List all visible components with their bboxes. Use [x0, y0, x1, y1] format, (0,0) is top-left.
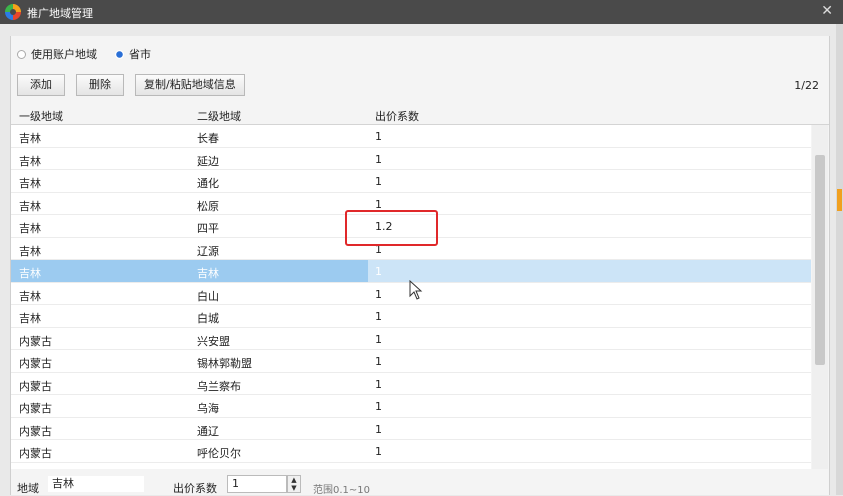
table-row[interactable]: 内蒙古 通辽 1 [11, 418, 811, 440]
cell-level2: 辽源 [197, 244, 219, 258]
cell-level2: 呼伦贝尔 [197, 447, 241, 460]
radio-account-region-label: 使用账户地域 [31, 48, 97, 61]
toolbar: 添加 删除 复制/粘贴地域信息 [17, 74, 245, 96]
selection-highlight [11, 260, 368, 282]
cell-bid-coef: 1 [375, 400, 382, 413]
add-button[interactable]: 添加 [17, 74, 65, 96]
cell-bid-coef: 1 [375, 332, 382, 346]
header-bid-coef[interactable]: 出价系数 [375, 108, 419, 124]
table-header: 一级地域 二级地域 出价系数 [11, 104, 829, 125]
cell-bid-coef: 1 [375, 422, 382, 436]
cell-level1: 内蒙古 [19, 402, 52, 415]
mode-radio-group: 使用账户地域 省市 [17, 46, 151, 62]
window-title: 推广地域管理 [27, 7, 93, 20]
cell-bid-coef: 1 [375, 130, 382, 143]
radio-account-region[interactable]: 使用账户地域 [17, 46, 97, 62]
table-row[interactable]: 吉林 通化 1 [11, 170, 811, 193]
table-row[interactable]: 内蒙古 乌兰察布 1 [11, 373, 811, 395]
cell-level1: 吉林 [19, 132, 41, 145]
cell-level2: 松原 [197, 199, 219, 213]
region-value-field: 吉林 [47, 475, 145, 493]
cell-bid-coef: 1 [375, 287, 382, 301]
delete-button[interactable]: 删除 [76, 74, 124, 96]
cell-bid-coef: 1 [375, 175, 382, 188]
cell-level2: 乌兰察布 [197, 379, 241, 393]
cell-bid-coef: 1 [375, 355, 382, 368]
cell-level2: 四平 [197, 222, 219, 235]
cell-bid-coef: 1 [375, 445, 382, 458]
vertical-scrollbar[interactable] [812, 125, 828, 469]
table-row[interactable]: 内蒙古 呼伦贝尔 1 [11, 440, 811, 463]
cell-level2: 乌海 [197, 402, 219, 415]
bid-coef-input[interactable]: 1 [227, 475, 287, 493]
table-row[interactable]: 内蒙古 锡林郭勒盟 1 [11, 350, 811, 373]
cell-level2: 白城 [197, 312, 219, 325]
annotation-highlight-box [345, 210, 438, 246]
cell-level1: 吉林 [19, 289, 41, 303]
cell-level2: 兴安盟 [197, 334, 230, 348]
cell-level1: 内蒙古 [19, 334, 52, 348]
stepper-up-icon[interactable]: ▲ [288, 476, 300, 484]
cell-level1: 内蒙古 [19, 357, 52, 370]
cell-level1: 内蒙古 [19, 447, 52, 460]
cell-level1: 吉林 [19, 177, 41, 190]
cell-level2: 白山 [197, 289, 219, 303]
cell-level1: 吉林 [19, 267, 41, 280]
radio-province-city[interactable]: 省市 [115, 46, 151, 62]
radio-unchecked-icon [17, 49, 26, 59]
title-bar: 推广地域管理 ✕ [0, 0, 843, 24]
region-label: 地域 [17, 482, 39, 495]
cell-bid-coef: 1 [375, 377, 382, 391]
cell-level1: 内蒙古 [19, 379, 52, 393]
copy-paste-button[interactable]: 复制/粘贴地域信息 [135, 74, 245, 96]
background-marker [837, 189, 842, 211]
cell-level1: 吉林 [19, 199, 41, 213]
table-row[interactable]: 内蒙古 兴安盟 1 [11, 328, 811, 350]
background-window-edge [836, 24, 843, 495]
bid-coef-label: 出价系数 [173, 482, 217, 495]
cell-bid-coef: 1 [375, 310, 382, 323]
close-icon[interactable]: ✕ [821, 3, 833, 19]
radio-province-city-label: 省市 [129, 48, 151, 61]
radio-checked-icon [115, 49, 124, 59]
bid-coef-stepper[interactable]: ▲ ▼ [287, 475, 301, 493]
table-row[interactable]: 吉林 延边 1 [11, 148, 811, 170]
cell-level2: 长春 [197, 132, 219, 145]
mouse-cursor-icon [409, 280, 423, 300]
cell-level1: 吉林 [19, 154, 41, 168]
region-panel: 使用账户地域 省市 添加 删除 复制/粘贴地域信息 1/22 一级地域 二级地域… [10, 36, 830, 496]
cell-level2: 通辽 [197, 424, 219, 438]
cell-bid-coef: 1 [375, 197, 382, 211]
cell-bid-coef: 1 [375, 152, 382, 166]
header-level2[interactable]: 二级地域 [197, 108, 241, 124]
range-hint: 范围0.1~10 [313, 485, 371, 496]
cell-level1: 吉林 [19, 312, 41, 325]
page-indicator: 1/22 [794, 79, 819, 92]
table-row[interactable]: 内蒙古 乌海 1 [11, 395, 811, 418]
scrollbar-thumb[interactable] [815, 155, 825, 365]
cell-level2: 通化 [197, 177, 219, 190]
edit-bar: 地域 吉林 出价系数 1 ▲ ▼ 范围0.1~10 [11, 473, 829, 496]
cell-level1: 吉林 [19, 244, 41, 258]
cell-bid-coef: 1 [375, 265, 382, 278]
cell-level1: 吉林 [19, 222, 41, 235]
stepper-down-icon[interactable]: ▼ [288, 484, 300, 492]
table-row[interactable]: 吉林 白城 1 [11, 305, 811, 328]
cell-level2: 吉林 [197, 267, 219, 280]
app-logo-icon [5, 4, 21, 20]
cell-level2: 延边 [197, 154, 219, 168]
cell-level2: 锡林郭勒盟 [197, 357, 252, 370]
cell-level1: 内蒙古 [19, 424, 52, 438]
header-level1[interactable]: 一级地域 [19, 108, 63, 124]
table-row[interactable]: 吉林 长春 1 [11, 125, 811, 148]
